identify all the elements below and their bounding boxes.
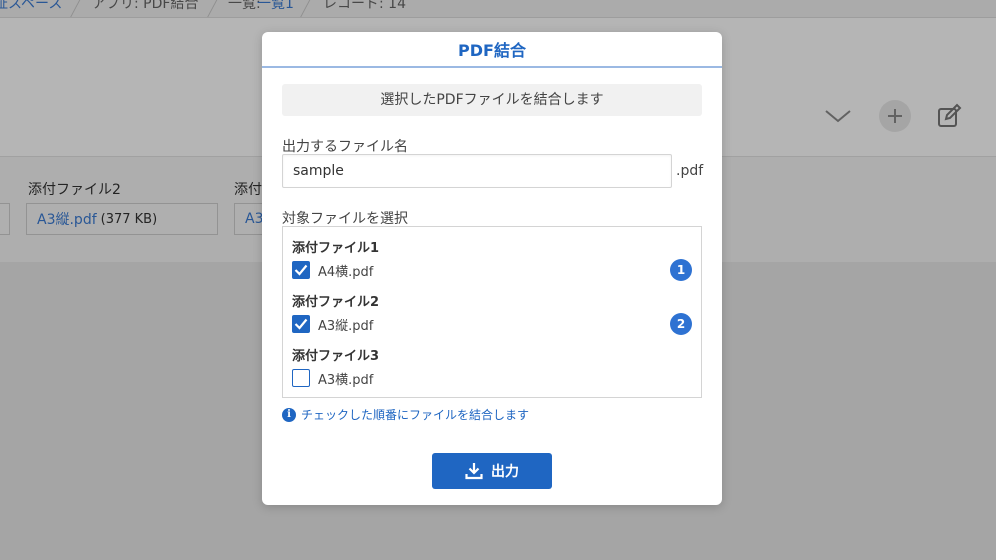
info-message: 選択したPDFファイルを結合します — [282, 84, 702, 116]
group-title-attachment3: 添付ファイル3 — [292, 349, 380, 364]
order-badge: 1 — [670, 259, 692, 281]
select-files-label: 対象ファイルを選択 — [282, 211, 408, 227]
output-button[interactable]: 出力 — [432, 453, 552, 489]
filename-input[interactable] — [282, 154, 672, 188]
filename-label: 出力するファイル名 — [282, 139, 408, 155]
pdf-merge-dialog: PDF結合 選択したPDFファイルを結合します 出力するファイル名 .pdf 対… — [262, 32, 722, 505]
file-name: A3縦.pdf — [318, 318, 374, 334]
file-checkbox-row[interactable]: A3縦.pdf — [292, 314, 373, 334]
file-extension: .pdf — [676, 163, 704, 179]
output-button-label: 出力 — [491, 464, 519, 480]
group-title-attachment1: 添付ファイル1 — [292, 241, 380, 256]
group-title-attachment2: 添付ファイル2 — [292, 295, 380, 310]
file-checkbox-row[interactable]: A3横.pdf — [292, 368, 373, 388]
file-checkbox-row[interactable]: A4横.pdf — [292, 260, 373, 280]
checkbox-checked[interactable] — [292, 315, 310, 333]
dialog-title: PDF結合 — [262, 32, 722, 68]
file-name: A3横.pdf — [318, 372, 374, 388]
order-badge: 2 — [670, 313, 692, 335]
checkbox-checked[interactable] — [292, 261, 310, 279]
info-icon: i — [282, 407, 296, 422]
download-icon — [465, 463, 483, 480]
checkbox-unchecked[interactable] — [292, 369, 310, 387]
file-selection-list: 添付ファイル1 A4横.pdf 1 添付ファイル2 A3縦.pdf 2 添付ファ… — [282, 226, 702, 398]
file-name: A4横.pdf — [318, 264, 374, 280]
merge-order-hint: i チェックした順番にファイルを結合します — [282, 406, 529, 423]
hint-text: チェックした順番にファイルを結合します — [301, 408, 530, 422]
